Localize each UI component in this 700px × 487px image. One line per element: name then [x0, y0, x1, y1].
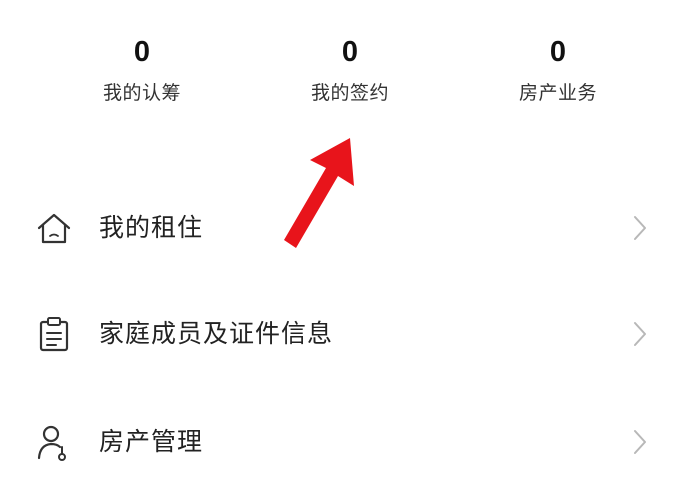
- menu-item-my-rental[interactable]: 我的租住: [0, 183, 700, 273]
- menu-label: 家庭成员及证件信息: [99, 319, 334, 348]
- stat-value: 0: [549, 36, 567, 68]
- stat-label: 我的签约: [310, 82, 389, 104]
- stats-bar: 0 我的认筹 0 我的签约 0 房产业务: [0, 0, 700, 130]
- chevron-right-icon: [634, 430, 646, 454]
- stat-my-contracts[interactable]: 0 我的签约: [260, 36, 440, 104]
- stat-value: 0: [133, 36, 151, 68]
- chevron-right-icon: [634, 216, 646, 240]
- person-key-icon: [37, 425, 66, 461]
- stat-label: 房产业务: [518, 82, 597, 104]
- stat-value: 0: [341, 36, 359, 68]
- menu-item-property-management[interactable]: 房产管理: [0, 397, 700, 487]
- stat-label: 我的认筹: [102, 82, 181, 104]
- chevron-right-icon: [634, 322, 646, 346]
- menu-item-family-members[interactable]: 家庭成员及证件信息: [0, 289, 700, 379]
- stat-my-subscriptions[interactable]: 0 我的认筹: [52, 36, 232, 104]
- clipboard-icon: [39, 317, 69, 352]
- stat-property-business[interactable]: 0 房产业务: [468, 36, 648, 104]
- menu-label: 房产管理: [99, 427, 204, 456]
- menu-label: 我的租住: [99, 213, 204, 242]
- house-icon: [37, 213, 71, 244]
